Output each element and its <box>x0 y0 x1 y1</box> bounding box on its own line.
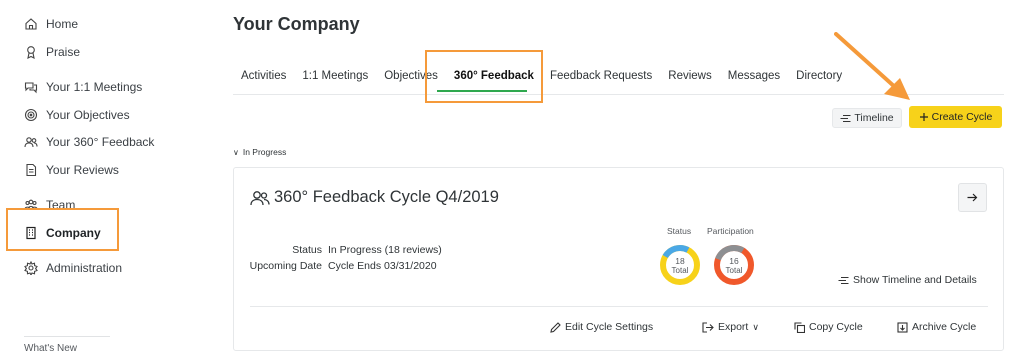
tab-reviews[interactable]: Reviews <box>668 70 711 82</box>
people-icon <box>24 135 38 149</box>
export-dropdown[interactable]: Export ∨ <box>702 321 759 333</box>
status-row: Status In Progress (18 reviews) <box>248 244 442 256</box>
cycle-title-text: 360° Feedback Cycle Q4/2019 <box>274 188 499 206</box>
card-divider <box>250 306 988 307</box>
home-icon <box>24 17 38 31</box>
page-title: Your Company <box>233 14 360 34</box>
chat-bubbles-icon <box>24 80 38 94</box>
cycle-title: 360° Feedback Cycle Q4/2019 <box>250 188 499 207</box>
timeline-button[interactable]: Timeline <box>832 108 902 128</box>
copy-icon <box>794 321 805 333</box>
export-icon <box>702 321 714 333</box>
upcoming-date-key: Upcoming Date <box>249 260 322 272</box>
sidebar-divider <box>24 336 110 337</box>
create-cycle-button[interactable]: Create Cycle <box>909 106 1002 128</box>
sidebar-item-label: Your Reviews <box>46 163 119 177</box>
timeline-icon <box>838 276 849 284</box>
annotation-arrow-icon <box>834 32 910 100</box>
sidebar-item-label: Your 360° Feedback <box>46 135 155 149</box>
tab-activities[interactable]: Activities <box>241 70 286 82</box>
sidebar-item-label: Praise <box>46 45 81 59</box>
timeline-button-label: Timeline <box>854 112 894 124</box>
section-in-progress[interactable]: ∨ In Progress <box>233 147 286 157</box>
archive-cycle-label: Archive Cycle <box>912 321 977 333</box>
timeline-icon <box>840 114 851 122</box>
show-timeline-label: Show Timeline and Details <box>853 274 977 286</box>
sidebar-item-360-feedback[interactable]: Your 360° Feedback <box>24 132 154 152</box>
sidebar-item-meetings[interactable]: Your 1:1 Meetings <box>24 77 142 97</box>
open-cycle-button[interactable] <box>958 183 987 212</box>
target-icon <box>24 108 38 122</box>
section-label: In Progress <box>242 147 287 157</box>
sidebar-item-home[interactable]: Home <box>24 14 78 34</box>
pencil-icon <box>550 321 561 333</box>
sidebar: Home Praise Your 1:1 Meetings Your Objec… <box>0 0 212 353</box>
export-label: Export <box>718 321 749 333</box>
people-icon <box>250 190 270 205</box>
participation-total: 16 <box>729 256 739 266</box>
upcoming-date-value: Cycle Ends 03/31/2020 <box>328 260 437 272</box>
sidebar-item-administration[interactable]: Administration <box>24 258 122 278</box>
status-value: In Progress (18 reviews) <box>328 244 442 256</box>
tab-feedback-requests[interactable]: Feedback Requests <box>550 70 652 82</box>
show-timeline-details-link[interactable]: Show Timeline and Details <box>838 274 977 286</box>
cycle-card: 360° Feedback Cycle Q4/2019 Status In Pr… <box>233 167 1004 351</box>
archive-icon <box>897 321 908 333</box>
gear-icon <box>24 261 38 275</box>
sidebar-item-label: Your Objectives <box>46 108 130 122</box>
document-icon <box>24 163 38 177</box>
whats-new-link[interactable]: What's New <box>24 343 77 353</box>
chevron-down-icon: ∨ <box>233 147 239 157</box>
sidebar-item-praise[interactable]: Praise <box>24 42 80 62</box>
create-cycle-label: Create Cycle <box>931 111 993 123</box>
status-total-label: Total <box>672 266 689 275</box>
sidebar-item-label: Administration <box>46 261 123 275</box>
copy-cycle-label: Copy Cycle <box>809 321 863 333</box>
sidebar-item-label: Home <box>46 17 79 31</box>
sidebar-item-reviews[interactable]: Your Reviews <box>24 160 119 180</box>
status-donut-chart[interactable]: 18 Total <box>659 244 701 286</box>
status-total: 18 <box>675 256 685 266</box>
participation-chart-label: Participation <box>707 226 754 236</box>
archive-cycle-button[interactable]: Archive Cycle <box>897 321 976 333</box>
participation-donut-chart[interactable]: 16 Total <box>713 244 755 286</box>
highlight-box-360-tab <box>425 50 543 103</box>
edit-cycle-settings-button[interactable]: Edit Cycle Settings <box>550 321 653 333</box>
plus-icon <box>919 113 928 121</box>
copy-cycle-button[interactable]: Copy Cycle <box>794 321 863 333</box>
highlight-box-company <box>6 208 119 251</box>
sidebar-item-objectives[interactable]: Your Objectives <box>24 105 130 125</box>
status-key: Status <box>292 244 322 256</box>
participation-total-label: Total <box>726 266 743 275</box>
status-chart-label: Status <box>667 226 692 236</box>
edit-cycle-label: Edit Cycle Settings <box>565 321 654 333</box>
chevron-down-icon: ∨ <box>752 321 759 332</box>
tab-1on1-meetings[interactable]: 1:1 Meetings <box>302 70 368 82</box>
upcoming-date-row: Upcoming Date Cycle Ends 03/31/2020 <box>248 260 437 272</box>
sidebar-item-label: Your 1:1 Meetings <box>46 80 143 94</box>
tab-messages[interactable]: Messages <box>728 70 780 82</box>
arrow-right-icon <box>967 193 978 202</box>
ribbon-icon <box>24 45 38 59</box>
